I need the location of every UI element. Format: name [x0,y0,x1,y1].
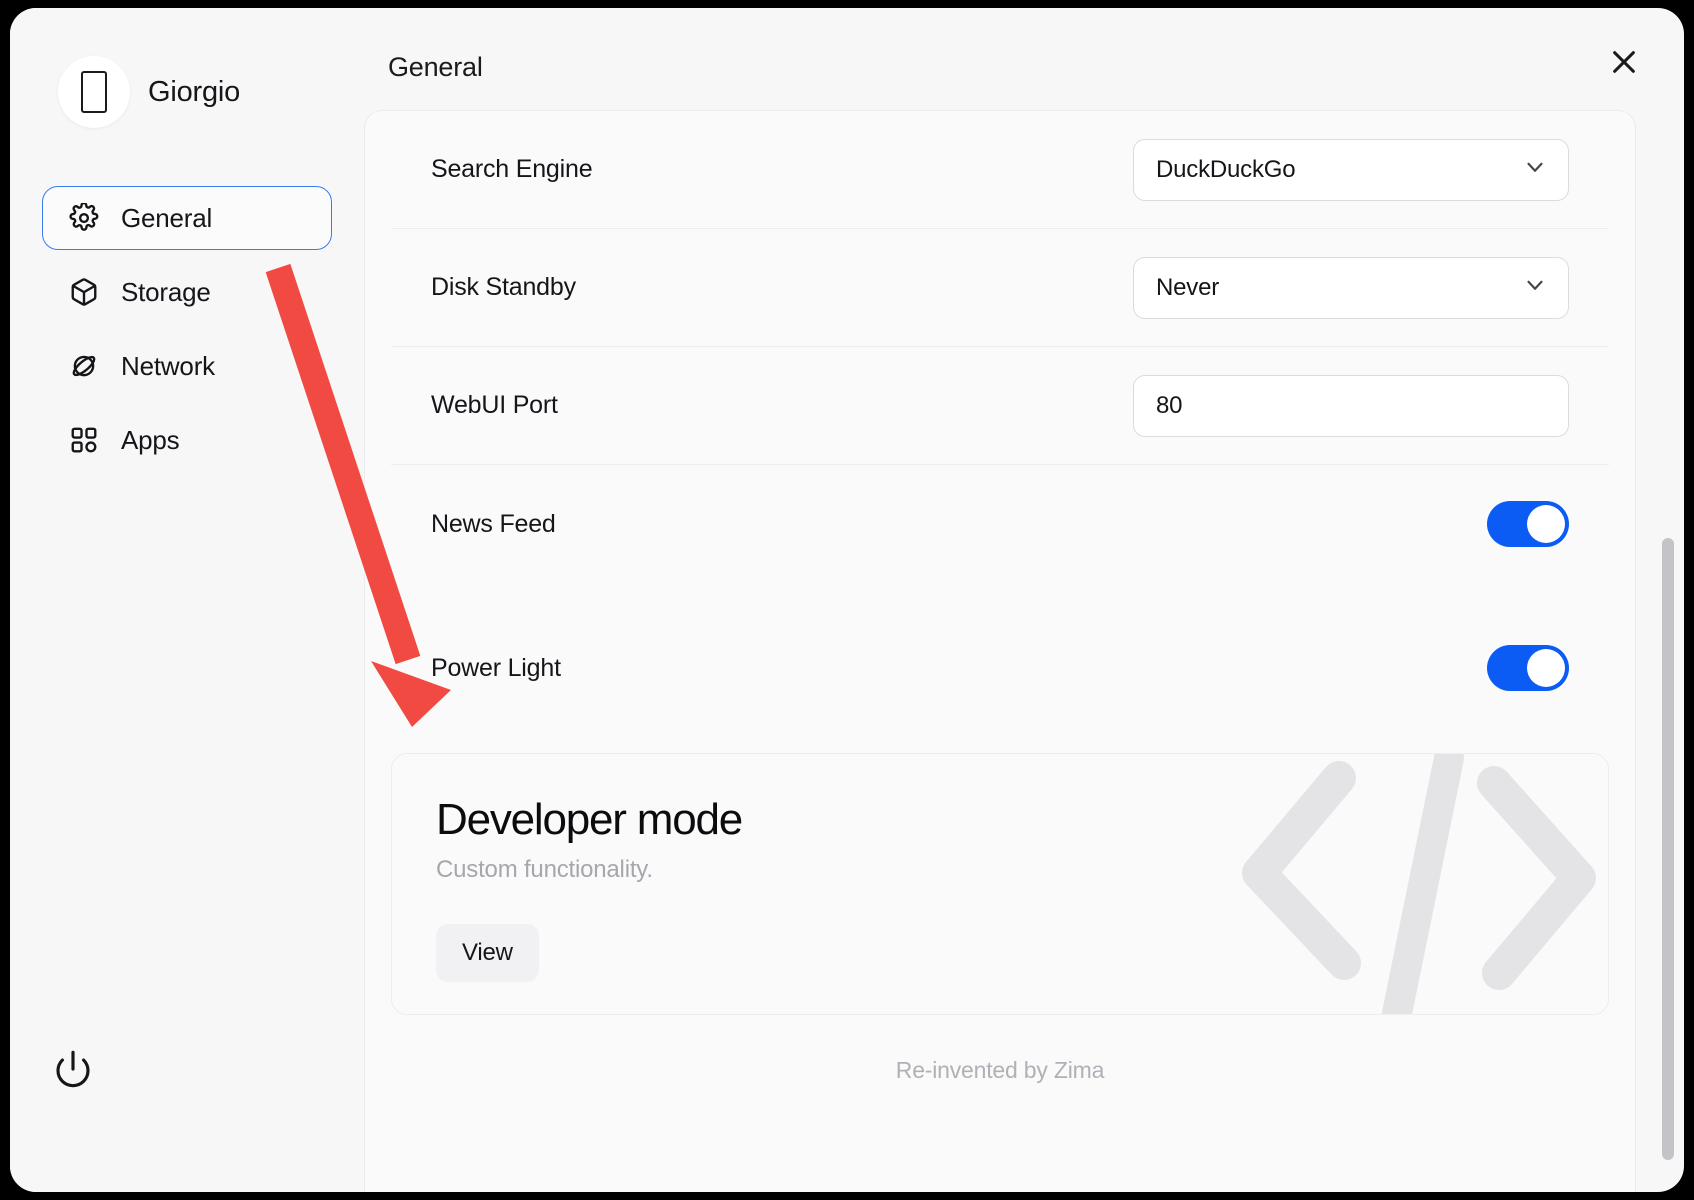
chevron-down-icon [1522,272,1548,303]
scrollbar-track[interactable] [1662,112,1674,1192]
sidebar-item-label: Storage [121,277,211,308]
sidebar-item-storage[interactable]: Storage [42,260,332,324]
toggle-knob [1527,505,1565,543]
device-tablet-icon [81,71,107,113]
close-icon [1608,46,1640,83]
profile-block[interactable]: Giorgio [58,56,240,128]
main-area: General Search Engine DuckDuckGo [360,8,1684,1192]
setting-label: Disk Standby [431,273,576,302]
developer-mode-card: Developer mode Custom functionality. Vie… [391,753,1609,1015]
chevron-down-icon [1522,154,1548,185]
settings-panel-content: Search Engine DuckDuckGo Disk Standby [365,111,1635,1084]
select-value: Never [1156,274,1219,302]
setting-row-disk-standby: Disk Standby Never [391,229,1609,347]
avatar [58,56,130,128]
power-icon [53,1049,93,1094]
cube-icon [69,277,99,307]
setting-label: Power Light [431,654,561,683]
settings-panel: Search Engine DuckDuckGo Disk Standby [364,110,1636,1192]
gear-icon [69,203,99,233]
select-value: DuckDuckGo [1156,156,1295,184]
sidebar: Giorgio General [10,8,360,1192]
settings-window: Giorgio General [10,8,1684,1192]
developer-mode-subtitle: Custom functionality. [436,856,1564,884]
setting-row-webui-port: WebUI Port 80 [391,347,1609,465]
sidebar-item-label: General [121,203,212,234]
sidebar-item-general[interactable]: General [42,186,332,250]
sidebar-item-label: Network [121,351,215,382]
footer-note: Re-invented by Zima [391,1057,1609,1084]
setting-label: WebUI Port [431,391,558,420]
setting-row-power-light: Power Light [391,609,1609,727]
sidebar-item-label: Apps [121,425,179,456]
search-engine-select[interactable]: DuckDuckGo [1133,139,1569,201]
sidebar-item-apps[interactable]: Apps [42,408,332,472]
input-value: 80 [1156,392,1182,420]
webui-port-input[interactable]: 80 [1133,375,1569,437]
close-button[interactable] [1600,40,1648,88]
setting-label: Search Engine [431,155,592,184]
sidebar-nav: General Storage [42,186,332,482]
grid-apps-icon [69,425,99,455]
developer-mode-body: Developer mode Custom functionality. Vie… [392,754,1608,1015]
developer-mode-title: Developer mode [436,796,1564,844]
page-title: General [388,52,483,83]
view-button[interactable]: View [436,924,539,982]
setting-label: News Feed [431,510,556,539]
planet-icon [69,351,99,381]
sidebar-item-network[interactable]: Network [42,334,332,398]
news-feed-toggle[interactable] [1487,501,1569,547]
profile-name: Giorgio [148,76,240,109]
settings-group-two: Power Light [391,609,1609,727]
disk-standby-select[interactable]: Never [1133,257,1569,319]
toggle-knob [1527,649,1565,687]
power-light-toggle[interactable] [1487,645,1569,691]
setting-row-news-feed: News Feed [391,465,1609,583]
scrollbar-thumb[interactable] [1662,538,1674,1160]
setting-row-search-engine: Search Engine DuckDuckGo [391,111,1609,229]
settings-group-one: Search Engine DuckDuckGo Disk Standby [391,111,1609,583]
power-button[interactable] [52,1050,94,1092]
